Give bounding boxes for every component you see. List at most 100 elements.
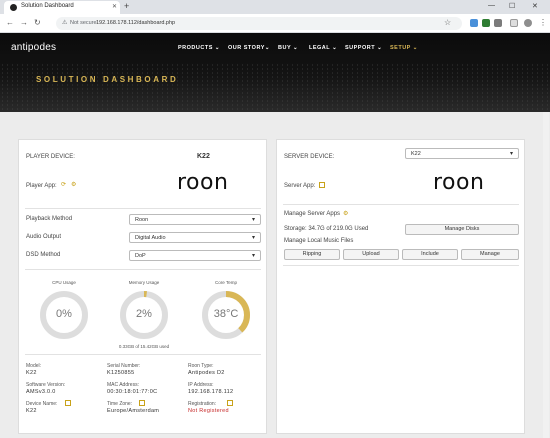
memory-usage-label: Memory Usage — [128, 280, 160, 285]
edit-device-name-icon[interactable] — [65, 400, 71, 406]
forward-icon[interactable]: → — [20, 18, 28, 27]
extension-icon[interactable] — [482, 19, 490, 27]
menu-our-story[interactable]: OUR STORY⌄ — [228, 45, 270, 51]
dsd-method-value: DoP — [135, 253, 146, 259]
close-tab-icon[interactable]: ✕ — [112, 3, 117, 10]
registration-value: Not Registered — [188, 408, 229, 414]
divider — [283, 204, 519, 205]
warning-icon: ⚠ — [62, 20, 68, 26]
gear-icon[interactable]: ⚙ — [343, 210, 348, 217]
chevron-down-icon: ▾ — [509, 151, 513, 157]
tab-favicon-icon — [10, 4, 17, 11]
chevron-down-icon: ▾ — [251, 253, 255, 259]
time-zone-value: Europe/Amsterdam — [107, 408, 160, 414]
model-label: Model: — [26, 363, 42, 369]
minimize-icon[interactable]: — — [488, 2, 495, 9]
menu-buy[interactable]: BUY ⌄ — [278, 45, 298, 51]
time-zone-label: Time Zone: — [107, 401, 133, 407]
external-link-icon[interactable] — [319, 182, 325, 188]
mac-address-label: MAC Address: — [107, 382, 139, 388]
menu-products[interactable]: PRODUCTS ⌄ — [178, 45, 220, 51]
audio-output-label: Audio Output — [26, 234, 62, 240]
serial-value: K1250855 — [107, 370, 135, 376]
server-app-label: Server App: — [284, 183, 316, 189]
address-bar: ← → ↻ ⚠ Not secure 192.168.178.112/dashb… — [0, 14, 550, 33]
core-temp-label: Core Temp — [215, 280, 237, 285]
menu-legal[interactable]: LEGAL ⌄ — [309, 45, 337, 51]
menu-kebab-icon[interactable]: ⋮ — [539, 18, 547, 27]
manage-music-label: Manage Local Music Files — [284, 238, 354, 244]
memory-detail: 0.33GB of 15.42GB used — [118, 344, 170, 349]
edit-registration-icon[interactable] — [227, 400, 233, 406]
ip-address-label: IP Address: — [188, 382, 214, 388]
url-text: 192.168.178.112/dashboard.php — [96, 20, 176, 26]
menu-setup[interactable]: SETUP ⌄ — [390, 45, 418, 51]
device-name-label: Device Name: — [26, 401, 58, 407]
profile-avatar[interactable] — [524, 19, 532, 27]
new-tab-icon[interactable]: + — [124, 1, 129, 11]
close-window-icon[interactable]: ✕ — [532, 2, 538, 10]
software-version-value: AMSv3.0.0 — [26, 389, 56, 395]
divider — [283, 265, 519, 266]
hero-background-mesh — [0, 63, 550, 112]
browser-tabbar: Solution Dashboard ✕ + — ☐ ✕ — [0, 0, 550, 14]
roon-type-value: Antipodes D2 — [188, 370, 225, 376]
server-card: SERVER DEVICE: K22 ▾ Server App: roon Ma… — [276, 139, 525, 434]
back-icon[interactable]: ← — [6, 18, 14, 27]
divider — [25, 269, 261, 270]
player-device-name: K22 — [197, 153, 210, 160]
divider — [25, 354, 261, 355]
browser-tab[interactable]: Solution Dashboard ✕ — [4, 1, 120, 14]
extension-icon[interactable] — [470, 19, 478, 27]
roon-type-label: Roon Type: — [188, 363, 214, 369]
include-button[interactable]: Include — [402, 249, 458, 260]
main-content: PLAYER DEVICE: K22 Player App: ⟳ ⚙ roon … — [0, 112, 550, 438]
menu-support[interactable]: SUPPORT ⌄ — [345, 45, 382, 51]
server-device-value: K22 — [411, 151, 421, 157]
bookmark-star-icon[interactable]: ☆ — [444, 18, 451, 27]
serial-label: Serial Number: — [107, 363, 141, 369]
sidebar-icon[interactable] — [510, 19, 518, 27]
roon-logo: roon — [177, 170, 229, 195]
playback-method-label: Playback Method — [26, 216, 73, 222]
manage-server-apps-label: Manage Server Apps — [284, 211, 341, 217]
playback-method-select[interactable]: Roon ▾ — [129, 214, 261, 225]
manage-disks-button[interactable]: Manage Disks — [405, 224, 519, 235]
storage-label: Storage: 34.7G of 219.0G Used — [284, 226, 369, 232]
manage-button[interactable]: Manage — [461, 249, 519, 260]
server-device-label: SERVER DEVICE: — [284, 154, 335, 160]
antipodes-logo[interactable]: antipodes — [11, 42, 56, 53]
cpu-usage-label: CPU Usage — [52, 280, 76, 285]
mac-address-value: 00:30:18:01:77:0C — [107, 389, 158, 395]
upload-button[interactable]: Upload — [343, 249, 399, 260]
model-value: K22 — [26, 370, 37, 376]
refresh-icon[interactable]: ⟳ — [61, 181, 66, 188]
ip-address-value: 192.168.178.112 — [188, 389, 234, 395]
player-device-label: PLAYER DEVICE: — [26, 154, 75, 160]
server-device-select[interactable]: K22 ▾ — [405, 148, 519, 159]
audio-output-value: Digital Audio — [135, 235, 166, 241]
playback-method-value: Roon — [135, 217, 149, 223]
page-title: SOLUTION DASHBOARD — [36, 75, 179, 84]
roon-logo: roon — [433, 170, 485, 195]
extensions-puzzle-icon[interactable] — [494, 19, 502, 27]
chevron-down-icon: ▾ — [251, 235, 255, 241]
memory-usage-value: 2% — [136, 308, 152, 320]
device-name-value: K22 — [26, 408, 37, 414]
software-version-label: Software Version: — [26, 382, 66, 388]
dsd-method-label: DSD Method — [26, 252, 61, 258]
not-secure-label: Not secure — [70, 20, 97, 26]
maximize-icon[interactable]: ☐ — [509, 2, 515, 10]
core-temp-value: 38°C — [213, 308, 239, 320]
cpu-usage-value: 0% — [56, 308, 72, 320]
edit-time-zone-icon[interactable] — [139, 400, 145, 406]
audio-output-select[interactable]: Digital Audio ▾ — [129, 232, 261, 243]
divider — [25, 208, 261, 209]
page-scrollbar[interactable] — [543, 112, 549, 438]
chevron-down-icon: ▾ — [251, 217, 255, 223]
dsd-method-select[interactable]: DoP ▾ — [129, 250, 261, 261]
url-field[interactable]: ⚠ Not secure 192.168.178.112/dashboard.p… — [56, 17, 462, 30]
ripping-button[interactable]: Ripping — [284, 249, 340, 260]
reload-icon[interactable]: ↻ — [34, 18, 41, 27]
gear-icon[interactable]: ⚙ — [71, 181, 76, 188]
